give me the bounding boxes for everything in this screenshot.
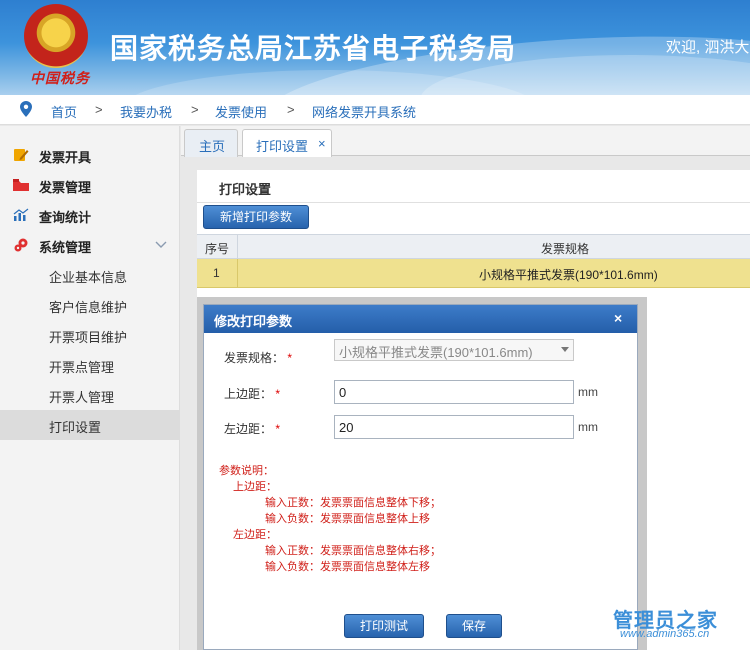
spec-select-value: 小规格平推式发票(190*101.6mm) [339, 345, 533, 360]
sidebar-subitem-label: 开票点管理 [49, 360, 115, 375]
site-title: 国家税务总局江苏省电子税务局 [110, 32, 517, 65]
folder-icon [13, 179, 29, 191]
breadcrumb-separator: > [191, 102, 199, 117]
chart-icon [13, 208, 29, 221]
sidebar-subitem-print-settings[interactable]: 打印设置 [0, 410, 180, 440]
param-note-line: 输入正数：发票票面信息整体下移； [265, 497, 441, 509]
sidebar-item-label: 发票开具 [39, 150, 92, 165]
print-test-button[interactable]: 打印测试 [344, 614, 424, 638]
sidebar-item-invoice-issue[interactable]: 发票开具 [0, 140, 180, 170]
chevron-down-icon [155, 241, 167, 248]
panel-title: 打印设置 [219, 182, 272, 197]
dialog-title: 修改打印参数 [214, 314, 293, 329]
param-note-top: 上边距： [233, 481, 277, 493]
gears-icon [14, 238, 28, 252]
sidebar: 发票开具 发票管理 查询统计 系统管理 企业基本信息 客户信息维护 开票项目维护… [0, 126, 180, 650]
sidebar-subitem-company-info[interactable]: 企业基本信息 [0, 260, 180, 290]
close-icon[interactable]: × [318, 136, 326, 151]
sidebar-subitem-label: 客户信息维护 [49, 300, 128, 315]
param-note-left: 左边距： [233, 529, 277, 541]
spec-label: 发票规格： * [224, 351, 293, 365]
spec-select[interactable]: 小规格平推式发票(190*101.6mm) [334, 339, 574, 361]
close-icon[interactable]: × [614, 310, 622, 326]
divider [197, 202, 750, 203]
welcome-text: 欢迎, 泗洪大 [666, 39, 750, 56]
table-header: 序号 发票规格 [197, 234, 750, 259]
sidebar-subitem-label: 打印设置 [49, 420, 102, 435]
sidebar-subitem-label: 企业基本信息 [49, 270, 128, 285]
chevron-down-icon [561, 347, 569, 352]
logo-calligraphy: 中国税务 [30, 71, 90, 87]
save-button[interactable]: 保存 [446, 614, 502, 638]
tab-label: 打印设置 [256, 139, 309, 154]
breadcrumb-tax-tasks[interactable]: 我要办税 [120, 102, 172, 121]
row-spec: 小规格平推式发票(190*101.6mm) [479, 268, 658, 282]
column-header-spec: 发票规格 [541, 242, 590, 256]
sidebar-item-label: 查询统计 [39, 210, 92, 225]
add-print-params-button[interactable]: 新增打印参数 [203, 205, 309, 229]
table-row[interactable]: 1 小规格平推式发票(190*101.6mm) [197, 259, 750, 288]
breadcrumb-separator: > [287, 102, 295, 117]
sidebar-item-label: 发票管理 [39, 180, 92, 195]
left-margin-input[interactable] [334, 415, 574, 439]
sidebar-item-query-stats[interactable]: 查询统计 [0, 200, 180, 230]
unit-label: mm [578, 420, 598, 434]
pencil-note-icon [14, 149, 29, 161]
dialog-titlebar: 修改打印参数 × [204, 305, 637, 333]
sidebar-subitem-customer-info[interactable]: 客户信息维护 [0, 290, 180, 320]
column-divider [237, 259, 238, 288]
tax-emblem-logo: ★ [24, 4, 88, 68]
star-icon: ★ [46, 22, 66, 47]
param-note-heading: 参数说明： [219, 465, 274, 477]
column-header-index: 序号 [205, 242, 230, 256]
sidebar-item-system-manage[interactable]: 系统管理 [0, 230, 180, 260]
tab-bar: 主页 打印设置 × [181, 126, 750, 157]
sidebar-item-invoice-manage[interactable]: 发票管理 [0, 170, 180, 200]
breadcrumb-invoice-use[interactable]: 发票使用 [215, 102, 267, 121]
top-margin-input[interactable] [334, 380, 574, 404]
sidebar-subitem-issuers[interactable]: 开票人管理 [0, 380, 180, 410]
param-note-line: 输入正数：发票票面信息整体右移； [265, 545, 441, 557]
unit-label: mm [578, 385, 598, 399]
breadcrumb-separator: > [95, 102, 103, 117]
left-margin-label: 左边距： * [224, 422, 281, 436]
tab-print-settings[interactable]: 打印设置 × [242, 129, 332, 157]
sidebar-item-label: 系统管理 [39, 240, 92, 255]
sidebar-subitem-invoice-points[interactable]: 开票点管理 [0, 350, 180, 380]
param-note-line: 输入负数：发票票面信息整体左移 [265, 561, 430, 573]
tab-home[interactable]: 主页 [184, 129, 238, 157]
watermark-url: www.admin365.cn [620, 628, 710, 640]
tab-label: 主页 [199, 139, 226, 154]
breadcrumb-online-invoice-system[interactable]: 网络发票开具系统 [312, 102, 416, 121]
location-pin-icon [20, 101, 32, 117]
sidebar-subitem-invoice-items[interactable]: 开票项目维护 [0, 320, 180, 350]
sidebar-subitem-label: 开票人管理 [49, 390, 115, 405]
sidebar-subitem-label: 开票项目维护 [49, 330, 128, 345]
edit-print-params-dialog: 修改打印参数 × 发票规格： * 小规格平推式发票(190*101.6mm) 上… [203, 304, 638, 650]
param-note-line: 输入负数：发票票面信息整体上移 [265, 513, 430, 525]
site-header: ★ 中国税务 国家税务总局江苏省电子税务局 欢迎, 泗洪大 [0, 0, 750, 95]
breadcrumb-home[interactable]: 首页 [51, 102, 77, 121]
column-divider [237, 235, 238, 259]
breadcrumb: 首页 > 我要办税 > 发票使用 > 网络发票开具系统 [0, 95, 750, 125]
top-margin-label: 上边距： * [224, 387, 281, 401]
row-index: 1 [213, 266, 220, 280]
